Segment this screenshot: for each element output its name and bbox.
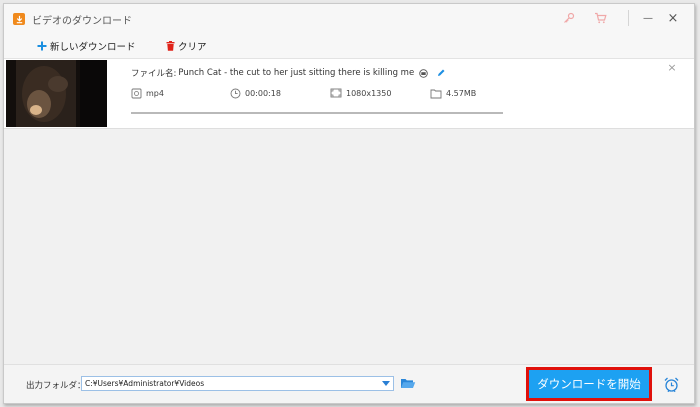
clear-label: クリア	[178, 42, 207, 53]
filename-row: ファイル名: Punch Cat - the cut to her just s…	[131, 67, 446, 79]
output-folder-label: 出力フォルダ：	[26, 381, 86, 391]
cart-icon[interactable]	[593, 11, 607, 25]
download-window: ビデオのダウンロード — × 新しいダウンロード クリア ファイル名: Punc…	[3, 3, 695, 404]
output-folder-path: C:¥Users¥Administrator¥Videos	[85, 379, 205, 388]
clock-icon	[230, 88, 241, 99]
output-folder-select[interactable]: C:¥Users¥Administrator¥Videos	[81, 376, 394, 391]
close-icon[interactable]: ×	[666, 11, 680, 26]
new-download-label: 新しいダウンロード	[50, 42, 136, 53]
window-title: ビデオのダウンロード	[32, 16, 132, 27]
format-info: mp4	[131, 88, 164, 99]
edit-icon[interactable]	[436, 68, 446, 78]
new-download-button[interactable]: 新しいダウンロード	[37, 38, 136, 54]
progress-fill	[131, 112, 503, 114]
open-folder-icon[interactable]	[400, 376, 416, 390]
clear-button[interactable]: クリア	[166, 38, 207, 54]
resolution-info: 1080x1350	[330, 88, 391, 98]
minimize-icon[interactable]: —	[641, 11, 655, 25]
resolution-value: 1080x1350	[346, 88, 392, 98]
title-bar: ビデオのダウンロード — ×	[4, 4, 694, 34]
key-icon[interactable]	[562, 11, 576, 25]
filesize-value: 4.57MB	[446, 89, 477, 98]
format-icon	[131, 88, 142, 99]
filesize-info: 4.57MB	[430, 88, 476, 99]
start-download-button[interactable]: ダウンロードを開始	[529, 370, 649, 398]
download-list: ファイル名: Punch Cat - the cut to her just s…	[4, 59, 694, 364]
subtitle-icon[interactable]	[419, 68, 428, 78]
filesize-icon	[430, 89, 442, 99]
duration-info: 00:00:18	[230, 88, 281, 99]
download-progress-bar	[131, 112, 503, 114]
toolbar: 新しいダウンロード クリア	[4, 34, 694, 59]
duration-value: 00:00:18	[245, 89, 281, 98]
title-separator	[628, 10, 629, 26]
alarm-clock-icon[interactable]	[663, 376, 680, 393]
plus-icon	[37, 41, 47, 51]
video-thumbnail	[6, 60, 107, 127]
bottom-bar: 出力フォルダ： C:¥Users¥Administrator¥Videos ダウ…	[4, 364, 694, 403]
dropdown-arrow-icon[interactable]	[379, 377, 393, 390]
remove-item-close-icon[interactable]: ×	[666, 62, 678, 74]
format-value: mp4	[146, 89, 164, 98]
trash-icon	[166, 41, 175, 51]
resolution-icon	[330, 88, 342, 98]
filename-label: ファイル名:	[131, 69, 177, 79]
download-icon	[13, 13, 25, 25]
download-item: ファイル名: Punch Cat - the cut to her just s…	[4, 59, 694, 129]
filename: Punch Cat - the cut to her just sitting …	[178, 68, 415, 78]
